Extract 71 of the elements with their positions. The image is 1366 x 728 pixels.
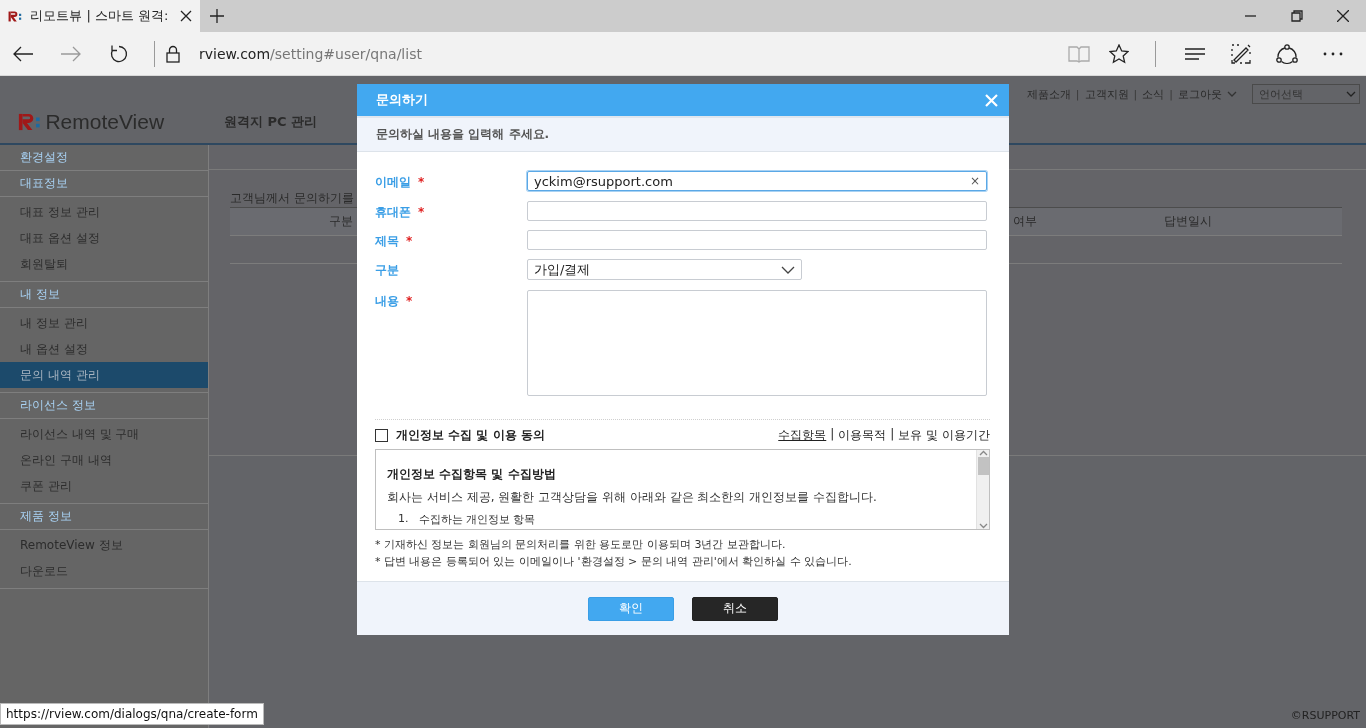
column-header: 답변일시 xyxy=(1163,213,1213,230)
close-icon[interactable] xyxy=(180,10,192,22)
intro-text: 고객님께서 문의하기를 xyxy=(230,190,355,207)
policy-tab-link[interactable]: 이용목적 xyxy=(838,427,887,444)
link-separator: | xyxy=(1169,87,1173,101)
address-field[interactable]: rview.com/setting#user/qna/list xyxy=(199,45,422,62)
confirm-button[interactable]: 확인 xyxy=(588,596,674,621)
scrollbar-thumb[interactable] xyxy=(977,457,989,475)
tab-title: 리모트뷰 | 스마트 원격: xyxy=(30,7,170,25)
sidebar-item[interactable]: 회원탈퇴 xyxy=(0,251,208,277)
field-label: 내용 * xyxy=(375,293,414,310)
field-label: 휴대폰 * xyxy=(375,204,426,221)
note-icon[interactable] xyxy=(1231,43,1251,64)
sidebar-title: 환경설정 xyxy=(0,145,208,171)
menu-icon[interactable] xyxy=(1184,46,1206,61)
close-icon[interactable] xyxy=(1337,10,1349,22)
nav-link[interactable]: 로그아웃 xyxy=(1178,86,1222,102)
nav-link[interactable]: 소식 xyxy=(1142,86,1165,102)
dialog-subtitle: 문의하실 내용을 입력해 주세요. xyxy=(357,118,1009,152)
note-text: * 기재하신 정보는 회원님의 문의처리를 위한 용도로만 이용되며 3년간 보관합니다. xyxy=(375,537,787,552)
star-icon[interactable] xyxy=(1109,43,1129,64)
logo-icon xyxy=(8,10,23,22)
policy-tab-link[interactable]: 수집항목 xyxy=(778,427,827,444)
refresh-icon[interactable] xyxy=(109,43,129,64)
scroll-up-icon[interactable] xyxy=(978,450,988,456)
cancel-button[interactable]: 취소 xyxy=(692,596,778,621)
logo-text: RemoteView xyxy=(45,110,165,134)
sidebar-section-header: 라이선스 정보 xyxy=(0,393,208,419)
chevron-down-icon xyxy=(1346,90,1356,98)
note-text: * 답변 내용은 등록되어 있는 이메일이나 '환경설정 > 문의 내역 관리'에서 확인하실 수 있습니다. xyxy=(375,554,853,569)
text-field[interactable] xyxy=(527,201,987,221)
list-item-text: 수집하는 개인정보 항목 xyxy=(418,512,536,527)
policy-heading: 개인정보 수집항목 및 수집방법 xyxy=(387,466,557,483)
column-header: 구분 xyxy=(328,213,353,230)
consent-label: 개인정보 수집 및 이용 동의 xyxy=(396,427,545,444)
column-header: 여부 xyxy=(1013,213,1038,230)
field-label: 제목 * xyxy=(375,233,414,250)
sidebar-item[interactable]: 문의 내역 관리 xyxy=(0,362,208,388)
link-separator: | xyxy=(830,427,835,443)
copyright: ©RSUPPORT xyxy=(1290,709,1360,722)
field-label: 구분 xyxy=(375,262,400,279)
text-field[interactable] xyxy=(527,230,987,250)
sidebar-section-header: 대표정보 xyxy=(0,171,208,197)
dialog-title: 문의하기 xyxy=(376,91,428,109)
lock-icon xyxy=(166,44,180,63)
link-separator: | xyxy=(1133,87,1138,101)
nav-link[interactable]: 고객지원 xyxy=(1084,86,1129,102)
logo-icon xyxy=(18,113,42,131)
sidebar-section-header: 내 정보 xyxy=(0,282,208,308)
share-icon[interactable] xyxy=(1276,43,1298,64)
text-field[interactable]: yckim@rsupport.com × xyxy=(527,171,987,191)
plus-icon[interactable] xyxy=(210,9,224,23)
consent-checkbox[interactable] xyxy=(375,429,388,442)
restore-icon[interactable] xyxy=(1291,10,1303,22)
policy-text: 회사는 서비스 제공, 원활한 고객상담을 위해 아래와 같은 최소한의 개인정보를 수집합니다. xyxy=(387,489,878,506)
link-separator: | xyxy=(1075,87,1080,101)
field-label: 이메일 * xyxy=(375,174,426,191)
menu-tab[interactable]: 원격지 PC 관리 xyxy=(224,113,318,131)
back-icon[interactable] xyxy=(12,44,34,63)
more-icon[interactable] xyxy=(1323,51,1343,56)
sidebar-section-header: 제품 정보 xyxy=(0,504,208,530)
list-number: 1. xyxy=(398,512,409,527)
chevron-down-icon xyxy=(781,264,795,275)
clear-button[interactable]: × xyxy=(969,174,980,188)
status-url: https://rview.com/dialogs/qna/create-form xyxy=(0,703,264,725)
category-select[interactable]: 가입/결제 xyxy=(527,259,802,280)
nav-link[interactable]: 제품소개 xyxy=(1026,86,1071,102)
policy-tab-link[interactable]: 보유 및 이용기간 xyxy=(898,427,990,444)
browser-tab[interactable]: 리모트뷰 | 스마트 원격: xyxy=(0,0,200,32)
scroll-down-icon[interactable] xyxy=(978,523,988,529)
link-separator: | xyxy=(890,427,895,443)
